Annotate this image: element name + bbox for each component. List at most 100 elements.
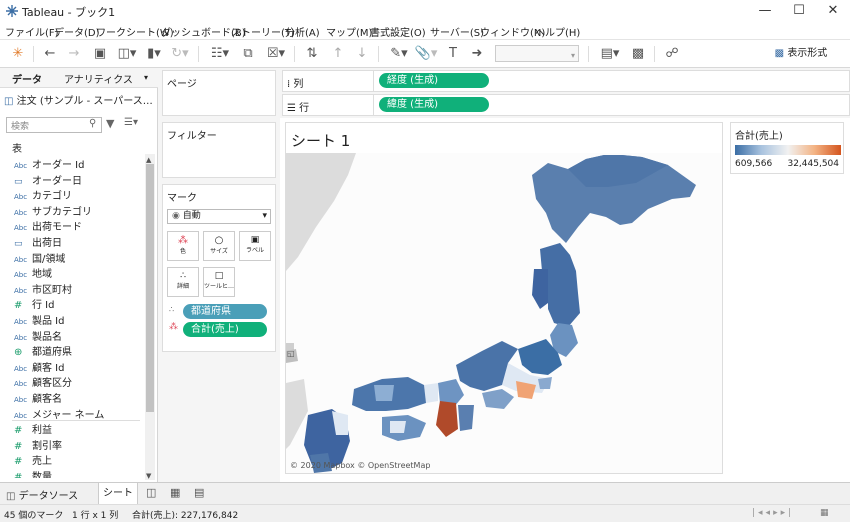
field-type-icon: Abc bbox=[14, 224, 28, 233]
field-list-scroll-thumb[interactable] bbox=[146, 164, 154, 412]
show-cards-icon[interactable]: ▤▾ bbox=[596, 44, 624, 64]
map-canvas[interactable]: ◱ bbox=[286, 153, 722, 473]
menu-data[interactable]: データ(D) bbox=[54, 24, 100, 39]
sheet-tab-1[interactable]: シート 1 bbox=[98, 483, 138, 521]
field-item[interactable]: Abc 国/領域 bbox=[0, 250, 145, 266]
new-datasource-icon[interactable]: ◫▾ bbox=[114, 44, 140, 64]
field-item[interactable]: Abc 製品 Id bbox=[0, 312, 145, 328]
map-attribution: © 2020 Mapbox © OpenStreetMap bbox=[290, 461, 431, 470]
new-dashboard-icon[interactable]: ▦ bbox=[170, 486, 180, 499]
field-item[interactable]: # 売上 bbox=[0, 452, 145, 468]
menu-help[interactable]: ヘルプ(H) bbox=[535, 24, 580, 39]
field-item[interactable]: Abc オーダー Id bbox=[0, 156, 145, 172]
field-item[interactable]: # 利益 bbox=[0, 421, 145, 437]
field-type-icon: Abc bbox=[14, 162, 28, 170]
field-type-icon: # bbox=[14, 440, 23, 452]
sheet-sorter-icon[interactable]: ▦ bbox=[820, 508, 829, 518]
new-story-icon[interactable]: ▤ bbox=[194, 486, 204, 499]
filter-icon[interactable]: ▼ bbox=[106, 117, 114, 130]
group-icon[interactable]: 📎▾ bbox=[414, 44, 438, 64]
field-item[interactable]: # 割引率 bbox=[0, 437, 145, 453]
color-legend[interactable]: 合計(売上) 609,566 32,445,504 bbox=[730, 122, 844, 174]
field-item[interactable]: Abc 出荷モード bbox=[0, 218, 145, 234]
save-icon[interactable]: ▣ bbox=[90, 44, 110, 64]
field-name: 国/領域 bbox=[32, 253, 66, 265]
field-item[interactable]: Abc 顧客名 bbox=[0, 390, 145, 406]
field-name: カテゴリ bbox=[32, 191, 72, 203]
redo-icon[interactable]: → bbox=[64, 44, 84, 64]
show-me-icon: ▩ bbox=[774, 48, 785, 59]
close-button[interactable]: ✕ bbox=[816, 0, 850, 22]
field-name: メジャー ネーム bbox=[32, 409, 105, 421]
pill-sum-sales[interactable]: 合計(売上) bbox=[183, 322, 267, 337]
pause-updates-icon[interactable]: ▮▾ bbox=[142, 44, 166, 64]
field-type-icon: # bbox=[14, 456, 23, 468]
label-button[interactable]: ▣ ラベル bbox=[239, 231, 271, 261]
swap-icon[interactable]: ⇅ bbox=[302, 44, 322, 64]
field-name: 都道府県 bbox=[32, 347, 72, 359]
sort-asc-icon[interactable]: ↑ bbox=[328, 44, 348, 64]
field-item[interactable]: Abc サブカテゴリ bbox=[0, 203, 145, 219]
field-item[interactable]: Abc 製品名 bbox=[0, 328, 145, 344]
field-item[interactable]: Abc 市区町村 bbox=[0, 281, 145, 297]
tab-data[interactable]: データ bbox=[12, 71, 42, 86]
menu-map[interactable]: マップ(M) bbox=[326, 24, 372, 39]
maximize-button[interactable]: ☐ bbox=[782, 0, 816, 22]
pane-menu-icon[interactable]: ▾ bbox=[144, 73, 148, 82]
new-sheet-icon[interactable]: ◫ bbox=[146, 486, 156, 499]
field-item[interactable]: ▭ オーダー日 bbox=[0, 172, 145, 188]
sheet-nav-icons[interactable]: |◂◂▸▸| bbox=[752, 508, 794, 518]
rows-pill-latitude[interactable]: 緯度 (生成) bbox=[379, 97, 489, 112]
filters-card[interactable]: フィルター bbox=[162, 122, 276, 178]
fit-dropdown[interactable]: ▾ bbox=[495, 45, 579, 62]
refresh-icon[interactable]: ↻▾ bbox=[168, 44, 192, 64]
menu-file[interactable]: ファイル(F) bbox=[5, 24, 59, 39]
new-worksheet-icon[interactable]: ☷▾ bbox=[206, 44, 234, 64]
clear-sheet-icon[interactable]: ☒▾ bbox=[262, 44, 290, 64]
field-item[interactable]: ⊕ 都道府県 bbox=[0, 343, 145, 359]
datasource-tab[interactable]: ◫ データソース bbox=[6, 487, 78, 502]
columns-shelf[interactable]: ⁞ 列 経度 (生成) bbox=[282, 70, 850, 92]
fix-axes-icon[interactable]: ➜ bbox=[467, 44, 487, 64]
columns-pill-longitude[interactable]: 経度 (生成) bbox=[379, 73, 489, 88]
menu-format[interactable]: 書式設定(O) bbox=[370, 24, 426, 39]
columns-shelf-label: ⁞ 列 bbox=[287, 79, 304, 90]
scroll-down-icon[interactable]: ▼ bbox=[146, 472, 151, 480]
field-item[interactable]: Abc カテゴリ bbox=[0, 187, 145, 203]
mark-type-dropdown[interactable]: ◉ 自動 ▾ bbox=[167, 209, 271, 224]
size-button[interactable]: ○ サイズ bbox=[203, 231, 235, 261]
field-item[interactable]: # 行 Id bbox=[0, 296, 145, 312]
datasource-item[interactable]: ◫ 注文 (サンプル - スーパース… bbox=[4, 92, 153, 107]
field-item[interactable]: Abc 地域 bbox=[0, 265, 145, 281]
highlight-icon[interactable]: ✎▾ bbox=[386, 44, 412, 64]
field-item[interactable]: Abc 顧客 Id bbox=[0, 359, 145, 375]
field-item[interactable]: Abc 顧客区分 bbox=[0, 374, 145, 390]
toolbar: ✳ ← → ▣ ◫▾ ▮▾ ↻▾ ☷▾ ⧉ ☒▾ ⇅ ↑ ↓ ✎▾ 📎▾ T ➜… bbox=[0, 40, 850, 68]
field-item[interactable]: # 数量 bbox=[0, 468, 145, 478]
detail-button[interactable]: ∴ 詳細 bbox=[167, 267, 199, 297]
pill-prefecture[interactable]: 都道府県 bbox=[183, 304, 267, 319]
presentation-icon[interactable]: ▩ bbox=[628, 44, 648, 64]
pages-card[interactable]: ページ bbox=[162, 70, 276, 116]
share-icon[interactable]: ☍ bbox=[662, 44, 682, 64]
field-search-input[interactable]: 検索 bbox=[6, 117, 102, 133]
labels-icon[interactable]: T bbox=[443, 44, 463, 64]
tab-analytics[interactable]: アナリティクス bbox=[64, 71, 133, 86]
menu-analysis[interactable]: 分析(A) bbox=[285, 24, 320, 39]
field-item[interactable]: Abc メジャー ネーム bbox=[0, 406, 145, 422]
menu-server[interactable]: サーバー(S) bbox=[430, 24, 484, 39]
undo-icon[interactable]: ← bbox=[40, 44, 60, 64]
tooltip-button[interactable]: □ ツールヒ… bbox=[203, 267, 235, 297]
tableau-start-icon[interactable]: ✳ bbox=[8, 44, 28, 64]
field-item[interactable]: ▭ 出荷日 bbox=[0, 234, 145, 250]
show-me-button[interactable]: ▩ 表示形式 bbox=[770, 44, 832, 64]
duplicate-sheet-icon[interactable]: ⧉ bbox=[238, 44, 258, 64]
rows-shelf[interactable]: ☰ 行 緯度 (生成) bbox=[282, 94, 850, 116]
sort-desc-icon[interactable]: ↓ bbox=[352, 44, 372, 64]
view-options-icon[interactable]: ☰▾ bbox=[124, 117, 138, 128]
color-button[interactable]: ⁂ 色 bbox=[167, 231, 199, 261]
legend-max: 32,445,504 bbox=[787, 159, 839, 169]
minimize-button[interactable]: — bbox=[748, 0, 782, 22]
field-type-icon: Abc bbox=[14, 255, 28, 264]
scroll-up-icon[interactable]: ▲ bbox=[146, 156, 151, 164]
